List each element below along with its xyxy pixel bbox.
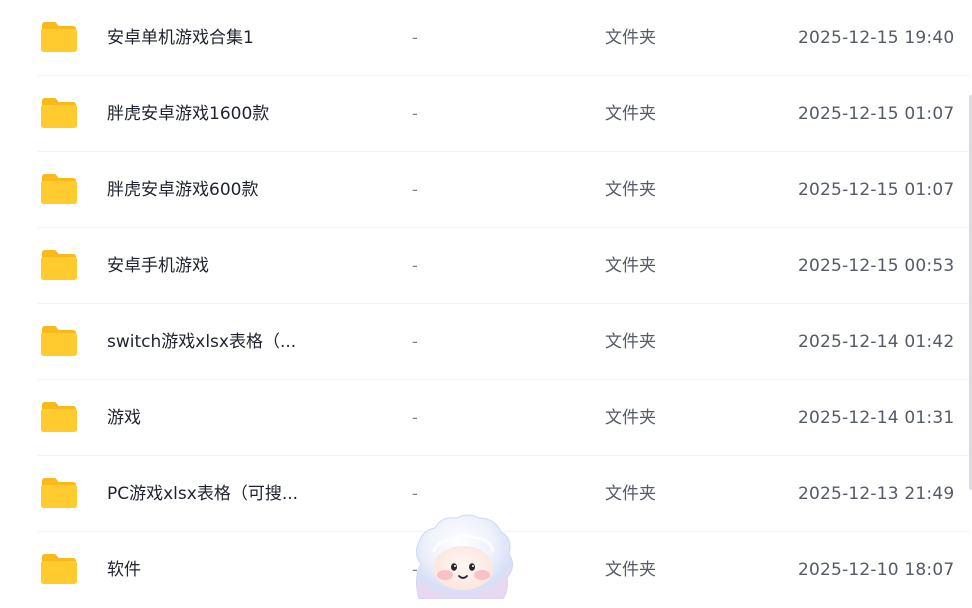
file-size: - xyxy=(412,104,418,123)
file-name[interactable]: 安卓单机游戏合集1 xyxy=(107,0,357,76)
folder-icon xyxy=(41,326,77,356)
file-row[interactable]: 游戏 - 文件夹 2025-12-14 01:31 xyxy=(0,380,970,456)
file-modified-time: 2025-12-13 21:49 xyxy=(798,484,955,504)
file-name[interactable]: 游戏 xyxy=(107,380,357,456)
file-row[interactable]: switch游戏xlsx表格（... - 文件夹 2025-12-14 01:4… xyxy=(0,304,970,380)
file-row[interactable]: 安卓单机游戏合集1 - 文件夹 2025-12-15 19:40 xyxy=(0,0,970,76)
file-row[interactable]: 安卓手机游戏 - 文件夹 2025-12-15 00:53 xyxy=(0,228,970,304)
file-size: - xyxy=(412,408,418,427)
file-type: 文件夹 xyxy=(605,256,656,276)
file-name[interactable]: 安卓手机游戏 xyxy=(107,228,357,304)
file-name[interactable]: PC游戏xlsx表格（可搜... xyxy=(107,456,357,532)
file-modified-time: 2025-12-14 01:31 xyxy=(798,408,955,428)
folder-icon xyxy=(41,174,77,204)
file-type: 文件夹 xyxy=(605,180,656,200)
file-modified-time: 2025-12-10 18:07 xyxy=(798,560,955,580)
file-type: 文件夹 xyxy=(605,484,656,504)
file-modified-time: 2025-12-15 01:07 xyxy=(798,180,955,200)
file-name[interactable]: switch游戏xlsx表格（... xyxy=(107,304,357,380)
assistant-mascot-icon[interactable] xyxy=(405,512,517,599)
file-modified-time: 2025-12-15 00:53 xyxy=(798,256,955,276)
file-size: - xyxy=(412,256,418,275)
file-list: 安卓单机游戏合集1 - 文件夹 2025-12-15 19:40 胖虎安卓游戏1… xyxy=(0,0,972,599)
file-modified-time: 2025-12-15 19:40 xyxy=(798,28,955,48)
file-type: 文件夹 xyxy=(605,28,656,48)
folder-icon xyxy=(41,478,77,508)
file-name[interactable]: 软件 xyxy=(107,532,357,608)
folder-icon xyxy=(41,250,77,280)
folder-icon xyxy=(41,98,77,128)
file-name[interactable]: 胖虎安卓游戏1600款 xyxy=(107,76,357,152)
file-row[interactable]: 胖虎安卓游戏600款 - 文件夹 2025-12-15 01:07 xyxy=(0,152,970,228)
file-size: - xyxy=(412,28,418,47)
folder-icon xyxy=(41,402,77,432)
file-type: 文件夹 xyxy=(605,408,656,428)
folder-icon xyxy=(41,22,77,52)
file-row[interactable]: 胖虎安卓游戏1600款 - 文件夹 2025-12-15 01:07 xyxy=(0,76,970,152)
folder-icon xyxy=(41,554,77,584)
file-type: 文件夹 xyxy=(605,560,656,580)
file-modified-time: 2025-12-14 01:42 xyxy=(798,332,955,352)
file-type: 文件夹 xyxy=(605,332,656,352)
file-size: - xyxy=(412,332,418,351)
file-modified-time: 2025-12-15 01:07 xyxy=(798,104,955,124)
file-size: - xyxy=(412,180,418,199)
file-name[interactable]: 胖虎安卓游戏600款 xyxy=(107,152,357,228)
file-type: 文件夹 xyxy=(605,104,656,124)
